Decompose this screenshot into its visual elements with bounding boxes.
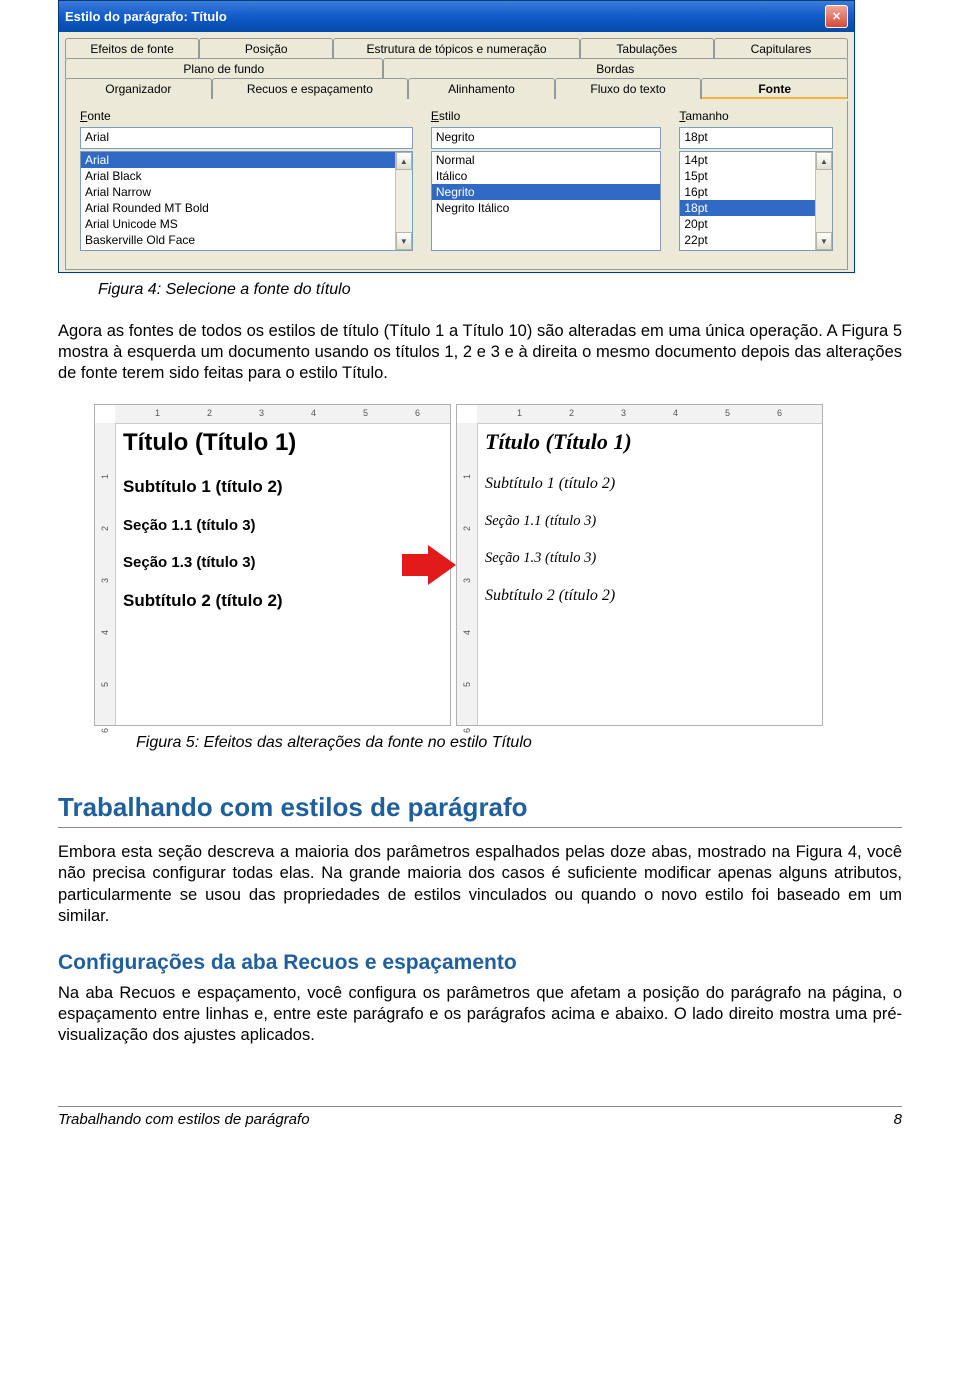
scroll-up-icon[interactable]: ▲ <box>396 152 412 170</box>
list-item[interactable]: Itálico <box>432 168 660 184</box>
heading-sample: Título (Título 1) <box>123 429 444 457</box>
scroll-up-icon[interactable]: ▲ <box>816 152 832 170</box>
heading-sample: Seção 1.3 (título 3) <box>123 554 444 571</box>
horizontal-ruler: 1 2 3 4 5 6 <box>477 405 822 424</box>
figure5: 1 2 3 4 5 6 1 2 3 4 5 6 Título (Título 1… <box>94 404 902 726</box>
heading-sample: Seção 1.1 (título 3) <box>123 517 444 534</box>
figure5-caption: Figura 5: Efeitos das alterações da font… <box>136 734 902 752</box>
list-item[interactable]: Arial Black <box>81 168 395 184</box>
heading-sample: Subtítulo 2 (título 2) <box>485 587 816 605</box>
size-listbox[interactable]: 14pt 15pt 16pt 18pt 20pt 22pt ▲ ▼ <box>679 151 833 251</box>
label-tamanho: Tamanho <box>679 109 833 123</box>
size-input[interactable]: 18pt <box>679 127 833 149</box>
tab-posicao[interactable]: Posição <box>199 38 333 59</box>
heading-sample: Seção 1.3 (título 3) <box>485 550 816 567</box>
list-item[interactable]: 14pt <box>680 152 815 168</box>
tab-panel-fonte: Fonte Arial Arial Arial Black Arial Narr… <box>65 98 848 270</box>
heading-sample: Subtítulo 2 (título 2) <box>123 591 444 611</box>
horizontal-ruler: 1 2 3 4 5 6 <box>115 405 450 424</box>
tab-estrutura-topicos[interactable]: Estrutura de tópicos e numeração <box>333 38 579 59</box>
font-input[interactable]: Arial <box>80 127 413 149</box>
list-item[interactable]: 15pt <box>680 168 815 184</box>
heading-sample: Seção 1.1 (título 3) <box>485 513 816 530</box>
list-item[interactable]: 18pt <box>680 200 815 216</box>
tab-row-2: Plano de fundo Bordas <box>65 58 848 79</box>
list-item[interactable]: 20pt <box>680 216 815 232</box>
label-estilo: Estilo <box>431 109 661 123</box>
scroll-down-icon[interactable]: ▼ <box>396 232 412 250</box>
subsection-heading: Configurações da aba Recuos e espaçament… <box>58 951 902 975</box>
list-item[interactable]: 16pt <box>680 184 815 200</box>
font-listbox[interactable]: Arial Arial Black Arial Narrow Arial Rou… <box>80 151 413 251</box>
doc-pane-right: 1 2 3 4 5 6 1 2 3 4 5 6 Título (Título 1… <box>456 404 823 726</box>
paragraph-style-dialog: Estilo do parágrafo: Título ✕ Efeitos de… <box>58 0 855 273</box>
vertical-ruler: 1 2 3 4 5 6 <box>457 423 478 725</box>
tab-organizador[interactable]: Organizador <box>65 78 212 99</box>
vertical-ruler: 1 2 3 4 5 6 <box>95 423 116 725</box>
paragraph-2: Embora esta seção descreva a maioria dos… <box>58 842 902 926</box>
paragraph-1: Agora as fontes de todos os estilos de t… <box>58 321 902 384</box>
list-item[interactable]: Baskerville Old Face <box>81 232 395 248</box>
tab-capitulares[interactable]: Capitulares <box>714 38 848 59</box>
tab-row-1: Efeitos de fonte Posição Estrutura de tó… <box>65 38 848 59</box>
tab-tabulacoes[interactable]: Tabulações <box>580 38 714 59</box>
dialog-title: Estilo do parágrafo: Título <box>65 9 227 24</box>
list-item[interactable]: 22pt <box>680 232 815 248</box>
scrollbar[interactable]: ▲ ▼ <box>815 152 832 250</box>
scrollbar[interactable]: ▲ ▼ <box>395 152 412 250</box>
tab-fonte[interactable]: Fonte <box>701 78 848 99</box>
tab-recuos-espacamento[interactable]: Recuos e espaçamento <box>212 78 408 99</box>
list-item[interactable]: Negrito Itálico <box>432 200 660 216</box>
list-item[interactable]: Arial <box>81 152 395 168</box>
heading-sample: Subtítulo 1 (título 2) <box>485 475 816 493</box>
paragraph-3: Na aba Recuos e espaçamento, você config… <box>58 983 902 1046</box>
page-footer: Trabalhando com estilos de parágrafo 8 <box>58 1106 902 1128</box>
tab-fluxo-texto[interactable]: Fluxo do texto <box>555 78 702 99</box>
style-listbox[interactable]: Normal Itálico Negrito Negrito Itálico <box>431 151 661 251</box>
list-item[interactable]: Arial Narrow <box>81 184 395 200</box>
tab-plano-fundo[interactable]: Plano de fundo <box>65 58 383 79</box>
heading-sample: Subtítulo 1 (título 2) <box>123 477 444 497</box>
label-fonte: Fonte <box>80 109 413 123</box>
tab-row-3: Organizador Recuos e espaçamento Alinham… <box>65 78 848 99</box>
heading-sample: Título (Título 1) <box>485 429 816 455</box>
tab-efeitos-fonte[interactable]: Efeitos de fonte <box>65 38 199 59</box>
arrow-right-icon <box>402 545 460 585</box>
dialog-titlebar: Estilo do parágrafo: Título ✕ <box>59 1 854 32</box>
section-heading: Trabalhando com estilos de parágrafo <box>58 792 902 828</box>
doc-pane-left: 1 2 3 4 5 6 1 2 3 4 5 6 Título (Título 1… <box>94 404 451 726</box>
list-item[interactable]: Arial Rounded MT Bold <box>81 200 395 216</box>
scroll-down-icon[interactable]: ▼ <box>816 232 832 250</box>
tab-bordas[interactable]: Bordas <box>383 58 848 79</box>
page-number: 8 <box>894 1111 902 1128</box>
tab-alinhamento[interactable]: Alinhamento <box>408 78 555 99</box>
close-icon[interactable]: ✕ <box>825 5 848 28</box>
footer-title: Trabalhando com estilos de parágrafo <box>58 1111 310 1128</box>
list-item[interactable]: Normal <box>432 152 660 168</box>
figure4-caption: Figura 4: Selecione a fonte do título <box>98 281 902 299</box>
style-input[interactable]: Negrito <box>431 127 661 149</box>
list-item[interactable]: Negrito <box>432 184 660 200</box>
list-item[interactable]: Arial Unicode MS <box>81 216 395 232</box>
